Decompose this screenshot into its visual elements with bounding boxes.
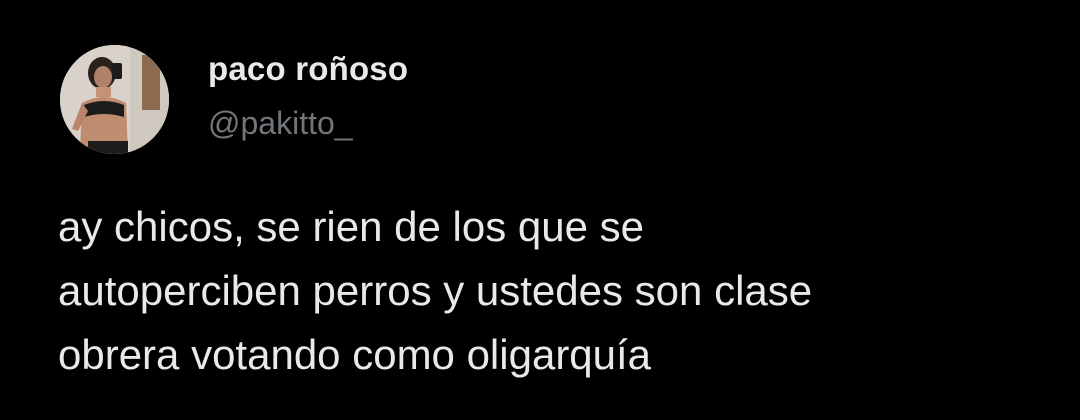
tweet-text: ay chicos, se rien de los que se autoper…: [58, 195, 1048, 387]
display-name[interactable]: paco roñoso: [208, 50, 408, 88]
user-handle[interactable]: @pakitto_: [208, 105, 353, 142]
profile-photo-icon: [60, 45, 169, 154]
tweet-card: paco roñoso @pakitto_ ay chicos, se rien…: [0, 0, 1080, 420]
tweet-text-line: ay chicos, se rien de los que se: [58, 203, 644, 250]
tweet-text-line: obrera votando como oligarquía: [58, 331, 652, 378]
avatar[interactable]: [60, 45, 169, 154]
tweet-text-line: autoperciben perros y ustedes son clase: [58, 267, 813, 314]
